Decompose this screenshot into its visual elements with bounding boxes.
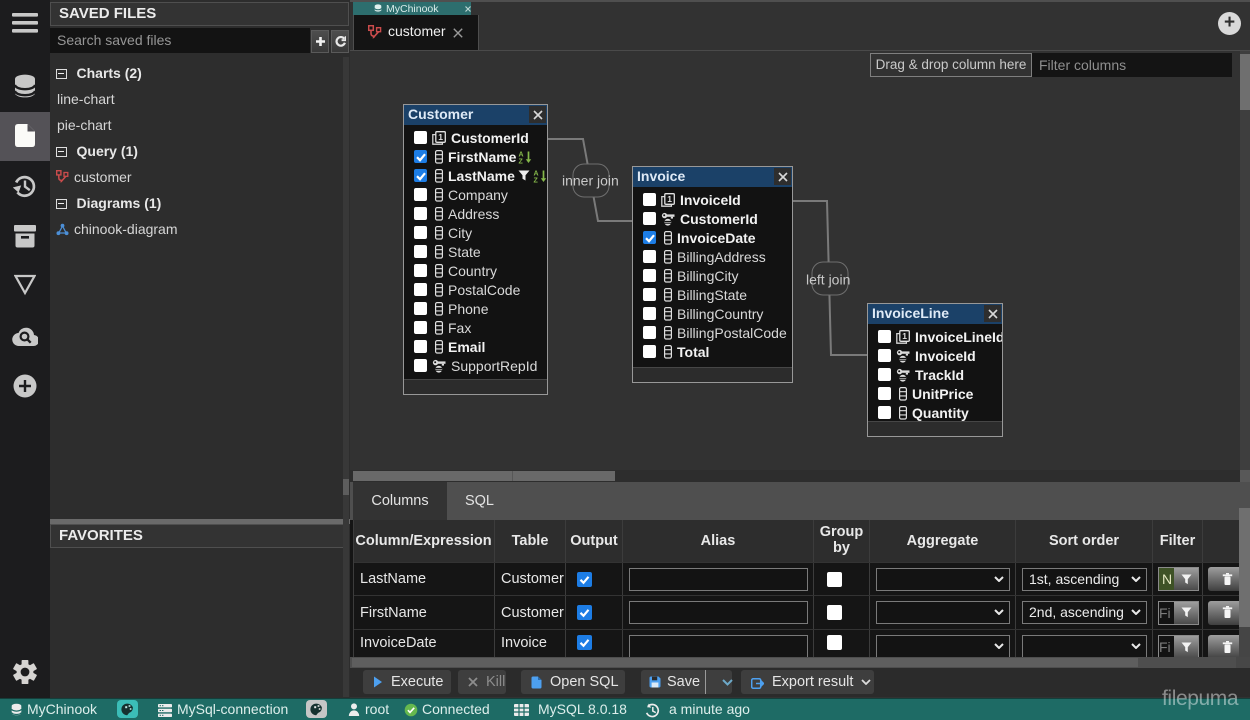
- svg-text:1: 1: [902, 331, 907, 341]
- svg-text:left join: left join: [806, 272, 850, 288]
- svg-text:Z: Z: [519, 158, 524, 164]
- svg-text:inner join: inner join: [562, 173, 619, 189]
- svg-text:1: 1: [438, 132, 443, 142]
- svg-text:Z: Z: [533, 177, 538, 183]
- svg-text:A: A: [519, 151, 524, 158]
- svg-text:A: A: [533, 170, 538, 177]
- svg-text:1: 1: [667, 194, 672, 204]
